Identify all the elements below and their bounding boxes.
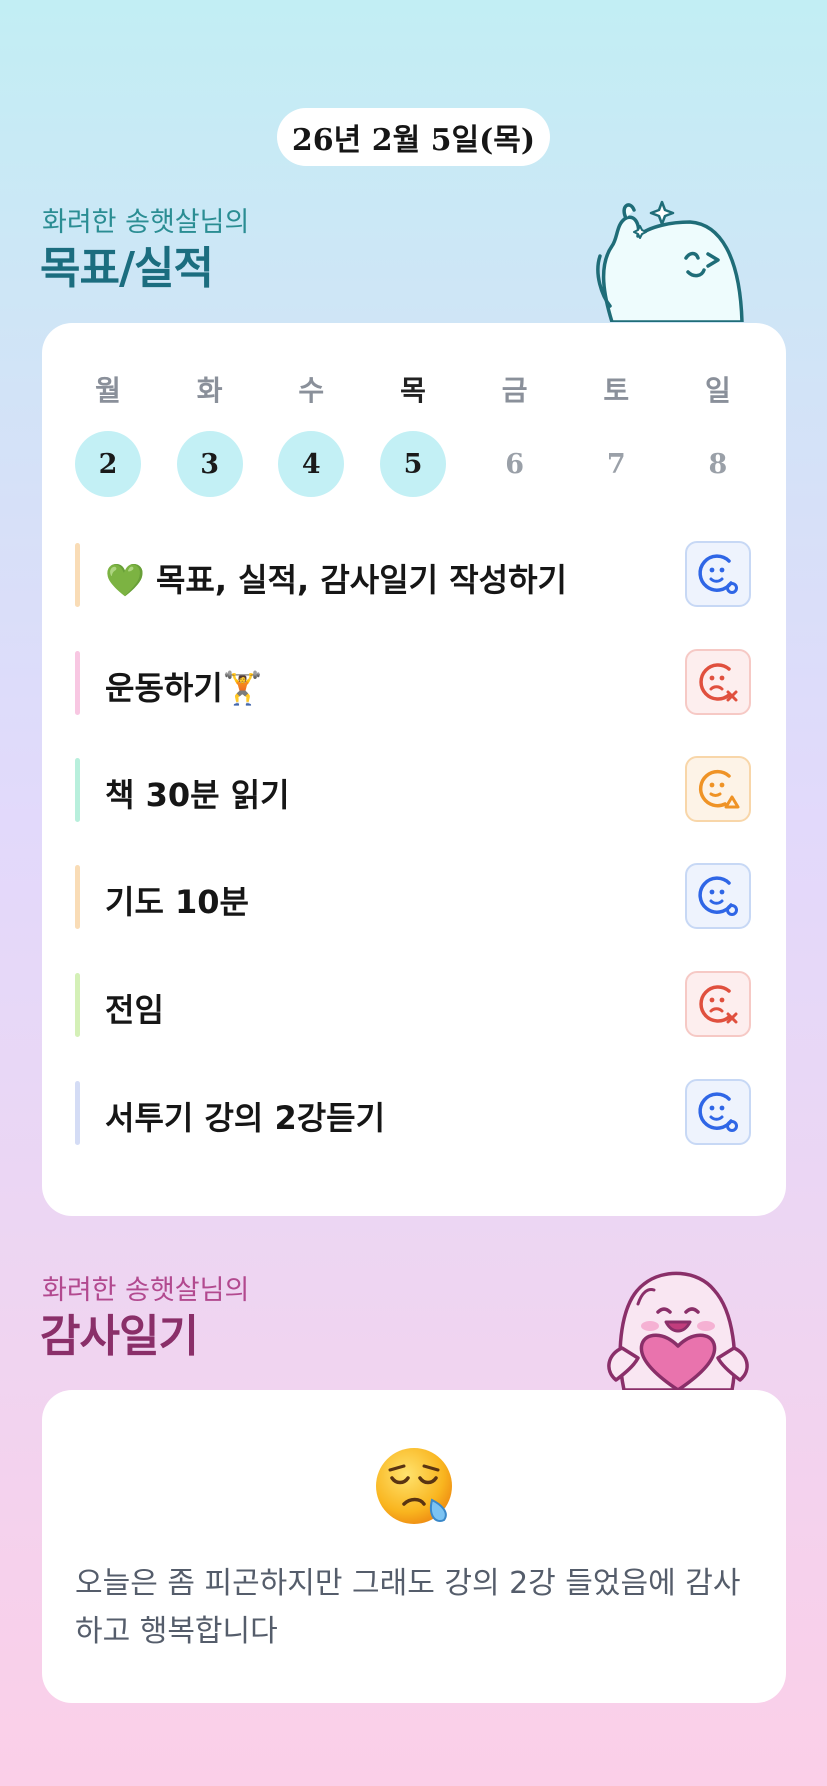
day-button[interactable]: 4	[278, 431, 345, 497]
goal-color-bar	[75, 1081, 80, 1145]
weekday-label: 금	[501, 374, 528, 407]
goals-card: 월 화 수 목 금 토 일 2 3 4 5 6 7 8 💚 목표, 실적, 감사…	[42, 323, 786, 1216]
goal-item[interactable]: 기도 10분	[75, 863, 751, 931]
date-row: 2 3 4 5 6 7 8	[75, 431, 751, 497]
status-button[interactable]	[685, 649, 751, 715]
goal-text: 운동하기🏋	[105, 669, 263, 707]
weekday-label: 화	[196, 374, 223, 407]
gratitude-card: 오늘은 좀 피곤하지만 그래도 강의 2강 들었음에 감사하고 행복합니다	[42, 1390, 786, 1703]
day-button[interactable]: 2	[75, 431, 141, 497]
smile-circle-icon	[698, 1092, 738, 1132]
day-button[interactable]: 3	[176, 431, 243, 497]
gratitude-text[interactable]: 오늘은 좀 피곤하지만 그래도 강의 2강 들었음에 감사하고 행복합니다	[75, 1560, 755, 1656]
goal-text: 책 30분 읽기	[105, 776, 290, 814]
smile-triangle-icon	[698, 769, 740, 809]
weekday-label-active: 목	[400, 374, 426, 407]
day-button-selected[interactable]: 5	[379, 431, 446, 497]
status-button[interactable]	[685, 863, 751, 929]
goal-item[interactable]: 서투기 강의 2강듣기	[75, 1079, 751, 1147]
weekday-label: 수	[298, 374, 325, 407]
goal-color-bar	[75, 865, 80, 929]
goal-item[interactable]: 💚 목표, 실적, 감사일기 작성하기	[75, 541, 751, 609]
goal-item[interactable]: 책 30분 읽기	[75, 756, 751, 824]
day-button[interactable]: 6	[482, 431, 548, 497]
day-button[interactable]: 7	[583, 431, 649, 497]
weekday-row: 월 화 수 목 금 토 일	[75, 369, 751, 409]
goal-item[interactable]: 운동하기🏋	[75, 649, 751, 717]
weekday-label: 월	[95, 374, 121, 407]
status-button[interactable]	[685, 541, 751, 607]
goal-text: 서투기 강의 2강듣기	[105, 1099, 386, 1137]
status-button[interactable]	[685, 971, 751, 1037]
weekday-label: 토	[603, 374, 630, 407]
status-button[interactable]	[685, 1079, 751, 1145]
smile-circle-icon	[698, 554, 738, 594]
sad-x-icon	[699, 663, 738, 702]
sleepy-face-icon	[376, 1448, 452, 1524]
goal-text: 기도 10분	[105, 883, 249, 921]
smile-circle-icon	[698, 876, 738, 916]
goal-color-bar	[75, 651, 80, 715]
goals-title: 목표/실적	[40, 243, 214, 294]
weekday-label: 일	[705, 374, 731, 407]
goal-text: 💚 목표, 실적, 감사일기 작성하기	[105, 561, 567, 599]
goal-color-bar	[75, 973, 80, 1037]
goal-item[interactable]: 전임	[75, 971, 751, 1039]
goal-color-bar	[75, 543, 80, 607]
gratitude-title: 감사일기	[40, 1311, 199, 1362]
sad-x-icon	[699, 985, 738, 1024]
mascot-ghost-illustration	[596, 200, 744, 322]
goal-text: 전임	[105, 991, 164, 1029]
goal-color-bar	[75, 758, 80, 822]
mascot-heart-illustration	[607, 1271, 749, 1390]
day-button[interactable]: 8	[685, 431, 751, 497]
date-pill[interactable]: 26년 2월 5일(목)	[277, 108, 550, 166]
status-button[interactable]	[685, 756, 751, 822]
